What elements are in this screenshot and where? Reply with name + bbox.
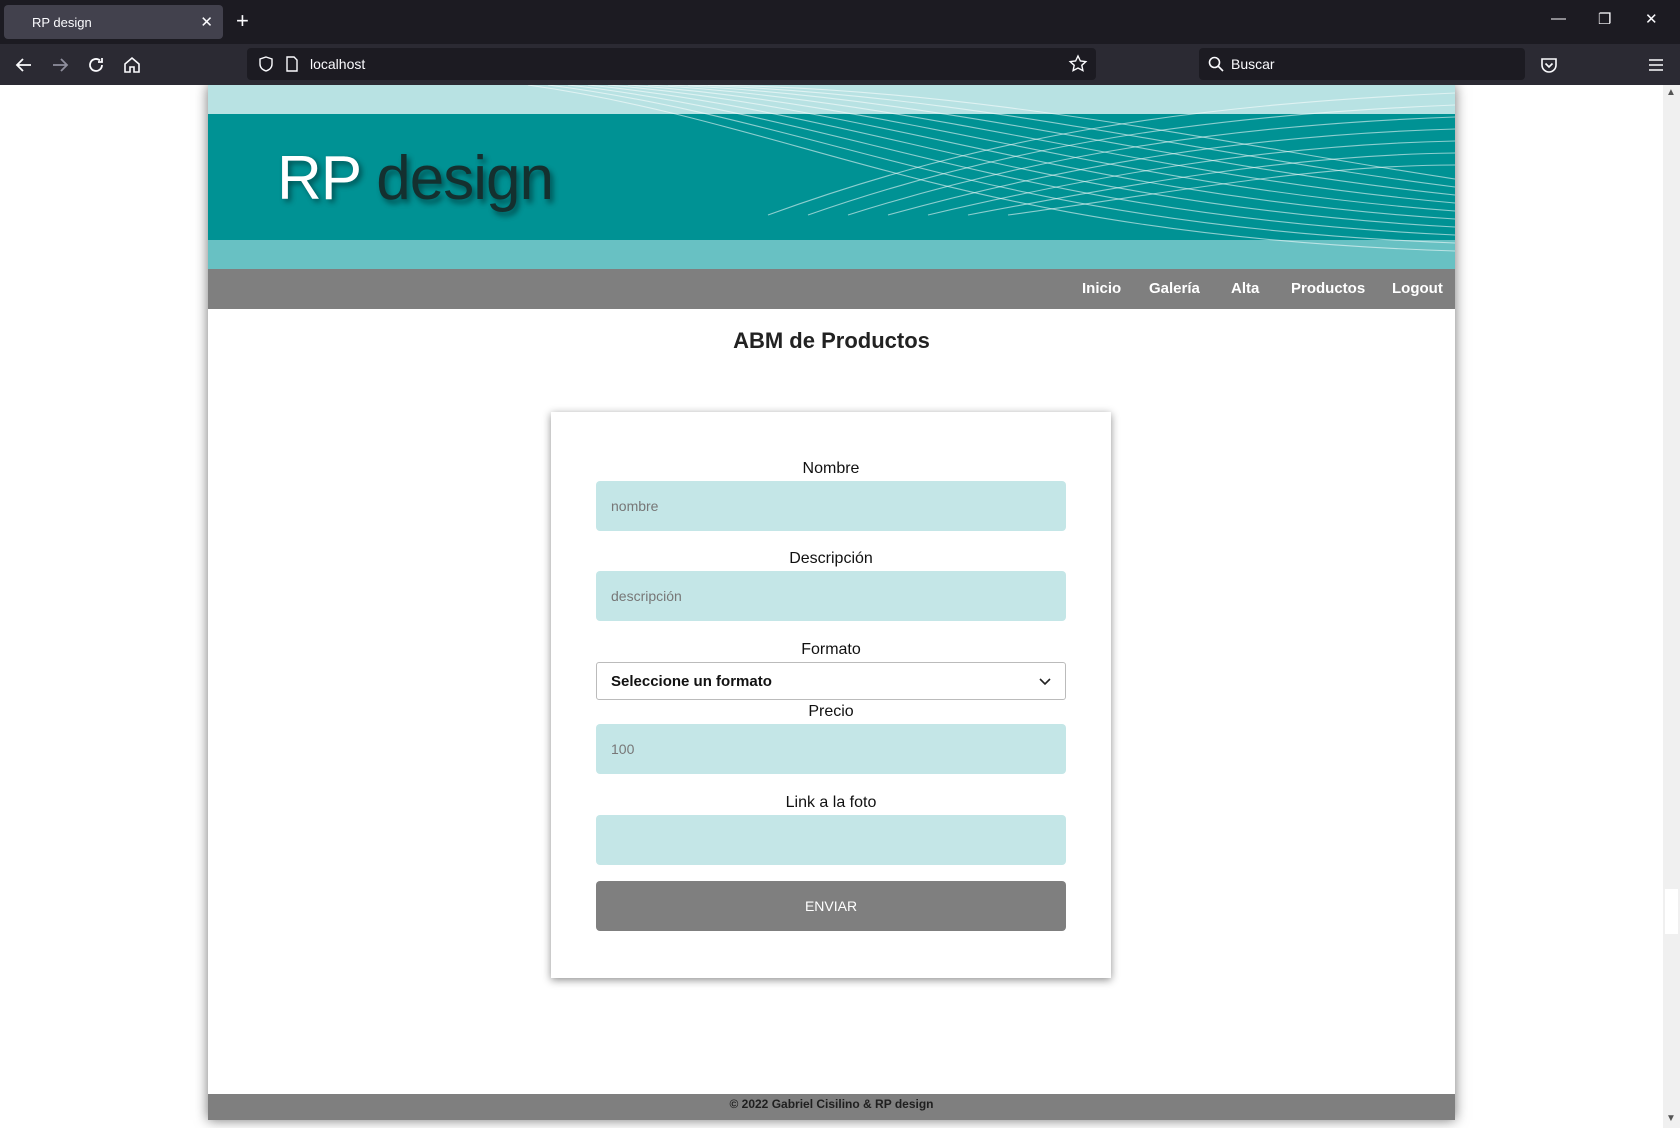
tab-title: RP design bbox=[32, 15, 92, 30]
formato-selected-value: Seleccione un formato bbox=[611, 673, 772, 690]
window-close-icon[interactable]: ✕ bbox=[1645, 10, 1658, 28]
nav-link-inicio[interactable]: Inicio bbox=[1082, 280, 1121, 297]
descripcion-input[interactable] bbox=[596, 571, 1066, 621]
browser-tab[interactable]: RP design ✕ bbox=[4, 5, 223, 39]
nav-link-productos[interactable]: Productos bbox=[1291, 280, 1365, 297]
search-bar[interactable]: Buscar bbox=[1199, 48, 1525, 80]
site-footer: © 2022 Gabriel Cisilino & RP design bbox=[208, 1094, 1455, 1120]
scroll-down-icon[interactable]: ▼ bbox=[1666, 1113, 1676, 1124]
browser-nav-bar: localhost Buscar bbox=[0, 44, 1680, 85]
precio-label: Precio bbox=[808, 703, 854, 720]
home-icon[interactable] bbox=[119, 52, 145, 78]
submit-button[interactable]: ENVIAR bbox=[596, 881, 1066, 931]
scroll-up-icon[interactable]: ▲ bbox=[1666, 87, 1676, 98]
main-nav: Inicio Galería Alta Productos Logout bbox=[208, 269, 1455, 309]
precio-input[interactable] bbox=[596, 724, 1066, 774]
chevron-down-icon bbox=[1039, 678, 1051, 686]
formato-select[interactable]: Seleccione un formato bbox=[596, 662, 1066, 700]
formato-label: Formato bbox=[801, 641, 861, 658]
bookmark-star-icon[interactable] bbox=[1068, 54, 1088, 74]
nombre-input[interactable] bbox=[596, 481, 1066, 531]
page-title: ABM de Productos bbox=[733, 328, 930, 353]
url-bar[interactable]: localhost bbox=[247, 48, 1096, 80]
minimize-icon[interactable]: — bbox=[1551, 10, 1566, 27]
logo-rp: RP bbox=[277, 144, 361, 213]
site-container: RP design Inicio Galería Alta Productos … bbox=[208, 85, 1455, 1120]
reload-icon[interactable] bbox=[83, 52, 109, 78]
nav-link-alta[interactable]: Alta bbox=[1231, 280, 1259, 297]
foto-label: Link a la foto bbox=[785, 794, 877, 811]
nombre-label: Nombre bbox=[802, 460, 860, 477]
forward-icon[interactable] bbox=[47, 52, 73, 78]
site-logo: RP design bbox=[277, 143, 554, 214]
logo-design: design bbox=[376, 144, 554, 213]
site-header: RP design bbox=[208, 85, 1455, 269]
nav-link-logout[interactable]: Logout bbox=[1392, 280, 1443, 297]
restore-icon[interactable]: ❐ bbox=[1598, 10, 1611, 28]
pocket-icon[interactable] bbox=[1536, 52, 1562, 78]
page-icon bbox=[286, 56, 298, 72]
descripcion-label: Descripción bbox=[789, 550, 873, 567]
page-viewport: RP design Inicio Galería Alta Productos … bbox=[0, 85, 1663, 1128]
new-tab-icon[interactable]: + bbox=[236, 8, 249, 34]
search-icon bbox=[1208, 56, 1224, 72]
scrollbar-thumb[interactable] bbox=[1665, 889, 1678, 934]
foto-link-input[interactable] bbox=[596, 815, 1066, 865]
tab-close-icon[interactable]: ✕ bbox=[200, 13, 213, 31]
search-placeholder: Buscar bbox=[1231, 56, 1275, 72]
back-icon[interactable] bbox=[11, 52, 37, 78]
browser-tab-bar: RP design ✕ + — ❐ ✕ bbox=[0, 0, 1680, 44]
product-form: Nombre Descripción Formato Seleccione un… bbox=[551, 412, 1111, 978]
url-text[interactable]: localhost bbox=[310, 56, 365, 72]
nav-link-galeria[interactable]: Galería bbox=[1149, 280, 1200, 297]
page-scrollbar[interactable]: ▲ ▼ bbox=[1663, 85, 1680, 1128]
shield-icon[interactable] bbox=[257, 55, 275, 73]
menu-hamburger-icon[interactable] bbox=[1643, 52, 1669, 78]
